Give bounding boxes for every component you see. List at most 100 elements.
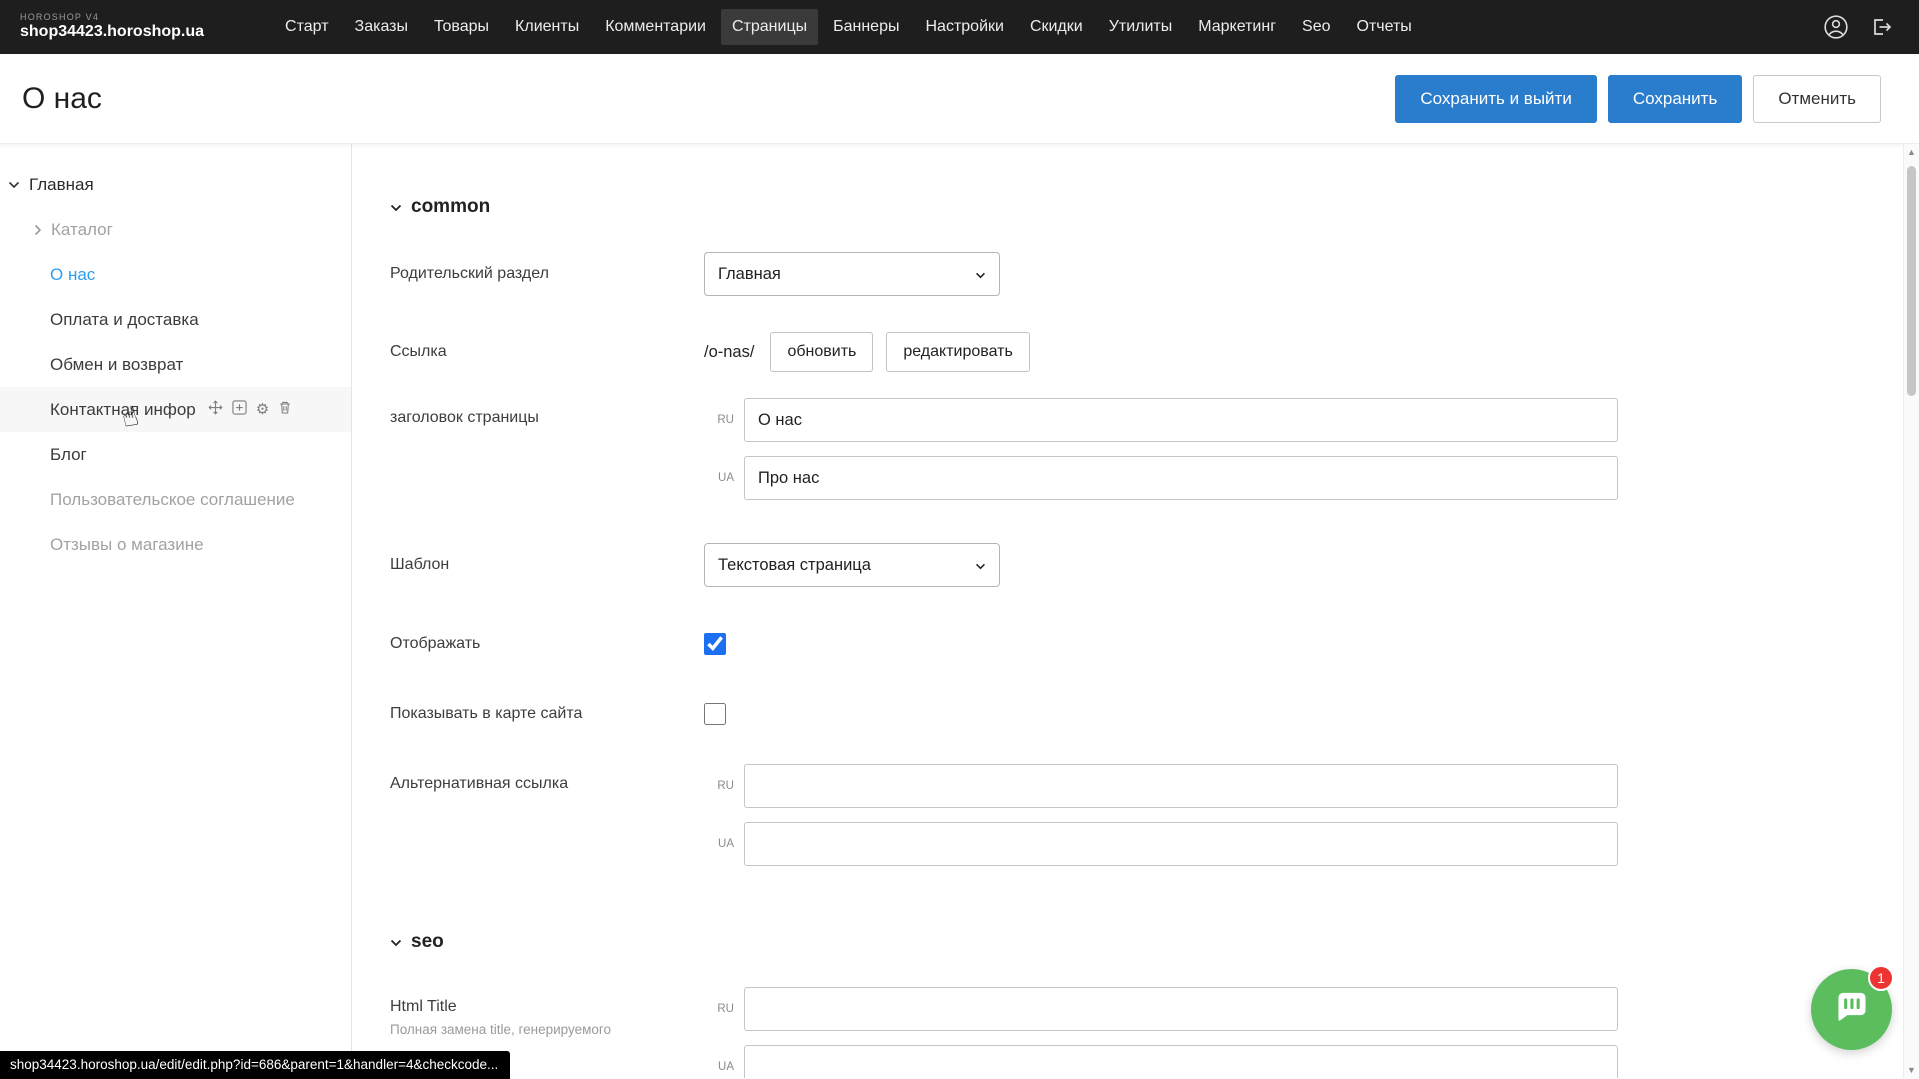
page-title-ru-input[interactable] [744, 398, 1618, 442]
chevron-down-icon [975, 556, 986, 575]
ua-tag: UA [704, 838, 734, 850]
section-common-label: common [411, 196, 490, 218]
page-title-ru-row: RU [704, 398, 1618, 442]
ua-tag: UA [704, 1061, 734, 1073]
html-title-label-text: Html Title [390, 998, 457, 1015]
display-row: Отображать [390, 633, 1919, 655]
alt-link-ru-input[interactable] [744, 764, 1618, 808]
html-title-ru-input[interactable] [744, 987, 1618, 1031]
delete-icon[interactable] [278, 400, 292, 420]
tree-item-user-agreement[interactable]: Пользовательское соглашение [0, 477, 351, 522]
section-common[interactable]: common [390, 196, 1919, 218]
chevron-right-icon[interactable] [34, 224, 42, 236]
scroll-down-arrow-icon[interactable]: ▼ [1904, 1062, 1919, 1078]
alt-link-label: Альтернативная ссылка [390, 764, 704, 793]
tree-item-home[interactable]: Главная [0, 162, 351, 207]
parent-section-row: Родительский раздел Главная [390, 252, 1919, 296]
scroll-up-arrow-icon[interactable]: ▲ [1904, 144, 1919, 160]
alt-link-ua-input[interactable] [744, 822, 1618, 866]
section-seo[interactable]: seo [390, 931, 1919, 953]
tree-item-label: Обмен и возврат [50, 355, 183, 375]
tree-item-contact-info[interactable]: Контактная инфор ⚙ [0, 387, 351, 432]
content: Главная Каталог О нас Оплата и доставка … [0, 144, 1919, 1078]
settings-icon[interactable]: ⚙ [256, 402, 269, 417]
tree-item-label: Пользовательское соглашение [50, 490, 295, 510]
nav-settings[interactable]: Настройки [914, 9, 1014, 45]
alt-link-inputs: RU UA [704, 764, 1618, 866]
template-select[interactable]: Текстовая страница [704, 543, 1000, 587]
add-icon[interactable] [232, 400, 247, 420]
html-title-ua-row: UA [704, 1045, 1618, 1078]
app-root: HOROSHOP V4 shop34423.horoshop.ua Старт … [0, 0, 1919, 1079]
nav-marketing[interactable]: Маркетинг [1187, 9, 1287, 45]
save-and-exit-button[interactable]: Сохранить и выйти [1395, 75, 1596, 123]
chat-icon [1833, 988, 1871, 1031]
tree-item-about[interactable]: О нас [0, 252, 351, 297]
save-button[interactable]: Сохранить [1608, 75, 1742, 123]
tree-item-exchange-return[interactable]: Обмен и возврат [0, 342, 351, 387]
display-checkbox[interactable] [704, 633, 726, 655]
sitemap-row: Показывать в карте сайта [390, 703, 1919, 725]
edit-link-button[interactable]: редактировать [886, 332, 1029, 372]
link-path: /o-nas/ [704, 343, 754, 362]
page-title-label: заголовок страницы [390, 398, 704, 427]
page-header: О нас Сохранить и выйти Сохранить Отмени… [0, 54, 1919, 144]
nav-discounts[interactable]: Скидки [1019, 9, 1094, 45]
nav-comments[interactable]: Комментарии [594, 9, 717, 45]
page-title-ua-row: UA [704, 456, 1618, 500]
tree-item-label: Контактная инфор [50, 400, 196, 420]
account-icon[interactable] [1823, 14, 1849, 40]
tree-item-catalog[interactable]: Каталог [0, 207, 351, 252]
page-title-row: заголовок страницы RU UA [390, 398, 1919, 500]
ru-tag: RU [704, 414, 734, 426]
pages-tree-sidebar: Главная Каталог О нас Оплата и доставка … [0, 144, 352, 1078]
html-title-ua-input[interactable] [744, 1045, 1618, 1078]
tree-item-actions: ⚙ [208, 400, 292, 420]
nav-products[interactable]: Товары [423, 9, 500, 45]
html-title-ru-row: RU [704, 987, 1618, 1031]
template-label: Шаблон [390, 556, 704, 574]
tree-item-store-reviews[interactable]: Отзывы о магазине [0, 522, 351, 567]
tree-item-label: Главная [29, 175, 94, 195]
vertical-scrollbar[interactable]: ▲ ▼ [1903, 144, 1919, 1078]
cancel-button[interactable]: Отменить [1753, 75, 1881, 123]
nav-reports[interactable]: Отчеты [1346, 9, 1423, 45]
logout-icon[interactable] [1869, 15, 1893, 39]
html-title-inputs: RU UA [704, 987, 1618, 1078]
page-title-ua-input[interactable] [744, 456, 1618, 500]
parent-section-value: Главная [718, 265, 781, 284]
refresh-link-button[interactable]: обновить [770, 332, 873, 372]
tree-item-label: Отзывы о магазине [50, 535, 204, 555]
ru-tag: RU [704, 1003, 734, 1015]
status-url-tooltip: shop34423.horoshop.ua/edit/edit.php?id=6… [0, 1051, 510, 1079]
tree-item-blog[interactable]: Блог [0, 432, 351, 477]
nav-banners[interactable]: Баннеры [822, 9, 910, 45]
nav-clients[interactable]: Клиенты [504, 9, 590, 45]
sitemap-checkbox[interactable] [704, 703, 726, 725]
chat-widget-button[interactable]: 1 [1811, 969, 1892, 1050]
tree-item-payment-delivery[interactable]: Оплата и доставка [0, 297, 351, 342]
nav-utilities[interactable]: Утилиты [1098, 9, 1184, 45]
nav-orders[interactable]: Заказы [344, 9, 419, 45]
move-icon[interactable] [208, 400, 223, 420]
scrollbar-thumb[interactable] [1907, 166, 1916, 396]
alt-link-ua-row: UA [704, 822, 1618, 866]
tree-item-label: О нас [50, 265, 95, 285]
chevron-down-icon [390, 196, 402, 218]
tree-item-label: Оплата и доставка [50, 310, 199, 330]
ru-tag: RU [704, 780, 734, 792]
page-edit-form: common Родительский раздел Главная Ссылк… [352, 144, 1919, 1078]
nav-seo[interactable]: Seo [1291, 9, 1341, 45]
html-title-label: Html Title Полная замена title, генериру… [390, 987, 704, 1037]
chevron-down-icon[interactable] [8, 181, 20, 189]
chevron-down-icon [390, 931, 402, 953]
sitemap-label: Показывать в карте сайта [390, 705, 704, 723]
html-title-row: Html Title Полная замена title, генериру… [390, 987, 1919, 1078]
nav-pages[interactable]: Страницы [721, 9, 818, 45]
nav-start[interactable]: Старт [274, 9, 339, 45]
brand[interactable]: HOROSHOP V4 shop34423.horoshop.ua [20, 13, 204, 40]
parent-section-label: Родительский раздел [390, 265, 704, 283]
header-actions: Сохранить и выйти Сохранить Отменить [1395, 75, 1881, 123]
brand-version: HOROSHOP V4 [20, 13, 204, 23]
parent-section-select[interactable]: Главная [704, 252, 1000, 296]
